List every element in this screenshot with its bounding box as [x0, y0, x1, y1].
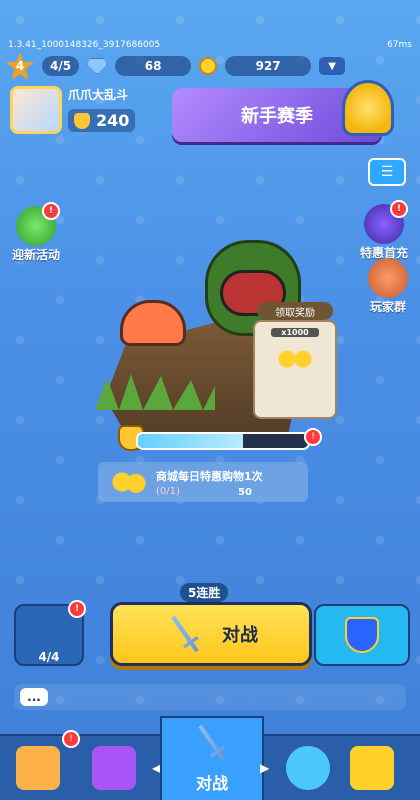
notification-badge: ! — [390, 200, 408, 218]
cat-icon[interactable] — [286, 746, 330, 790]
coin-count: 927 — [225, 56, 312, 76]
battle-button[interactable]: 对战 — [110, 602, 312, 666]
daily-task[interactable]: 商城每日特惠购物1次 (0/1) 50 — [98, 462, 308, 502]
build-version: 1.3.41_1000148326_3917686005 — [8, 40, 161, 50]
notification-badge: ! — [62, 730, 80, 748]
player-group[interactable]: 玩家群 — [368, 258, 408, 315]
ping: 67ms — [387, 40, 412, 50]
chat-icon: ... — [20, 688, 48, 706]
win-streak: 5连胜 — [180, 583, 229, 602]
task-reward-count: 50 — [238, 487, 252, 498]
bottom-navbar: ! ◀ 对战 ▶ — [0, 734, 420, 800]
nav-battle-label: 对战 — [195, 774, 228, 793]
trophy-progress-bar — [136, 432, 310, 450]
mode-button[interactable] — [314, 604, 410, 666]
reward-card[interactable]: 领取奖励 x1000 — [253, 302, 337, 419]
battle-label: 对战 — [222, 625, 258, 646]
notification-badge: ! — [68, 600, 86, 618]
first-recharge[interactable]: 特惠首充 ! — [360, 200, 408, 261]
trophy-row: 240 — [68, 109, 136, 132]
coin-icon — [199, 57, 218, 75]
welcome-event[interactable]: 迎新活动 ! — [12, 202, 61, 263]
player-group-label: 玩家群 — [369, 300, 406, 314]
shop-icon[interactable] — [16, 746, 60, 790]
dropdown-button[interactable]: ▼ — [319, 57, 346, 75]
notification-badge: ! — [304, 428, 322, 446]
shield-icon — [345, 617, 379, 653]
cat-face-icon — [368, 258, 408, 298]
avatar[interactable] — [10, 86, 62, 134]
player-name: 爪爪大乱斗 — [68, 88, 129, 102]
chest-button[interactable]: 4/4 ! — [14, 600, 86, 666]
welcome-event-label: 迎新活动 — [12, 248, 61, 262]
menu-button[interactable]: ☰ — [368, 158, 406, 186]
level-progress: 4/5 — [42, 56, 80, 76]
coin-stack-icon — [275, 347, 315, 371]
trophy-count: 240 — [96, 111, 130, 130]
level-star-icon: 4 — [6, 52, 34, 80]
season-title: 新手赛季 — [241, 106, 313, 127]
nav-battle-tab[interactable]: 对战 — [160, 716, 264, 800]
reward-title: 领取奖励 — [257, 302, 333, 320]
sword-icon — [183, 714, 241, 772]
progress-fill — [138, 434, 244, 448]
coin-pile-icon — [108, 468, 148, 496]
collection-icon[interactable] — [92, 746, 136, 790]
reward-qty: x1000 — [271, 328, 319, 337]
player-profile[interactable]: 爪爪大乱斗 240 — [10, 86, 160, 138]
right-arrow-icon[interactable]: ▶ — [260, 761, 269, 775]
gem-count: 68 — [115, 56, 192, 76]
gem-icon — [87, 58, 108, 74]
task-title: 商城每日特惠购物1次 — [156, 469, 263, 483]
chest-count: 4/4 — [38, 650, 60, 664]
resource-bar: 4 4/5 68 927 ▼ — [6, 52, 414, 80]
sword-icon — [156, 605, 214, 663]
megaphone-icon[interactable] — [350, 746, 394, 790]
trophy-icon — [74, 112, 90, 129]
chat-bar[interactable]: ... — [14, 684, 406, 710]
mushroom-illustration — [120, 300, 186, 346]
season-trophy-icon — [342, 80, 394, 136]
notification-badge: ! — [42, 202, 61, 220]
